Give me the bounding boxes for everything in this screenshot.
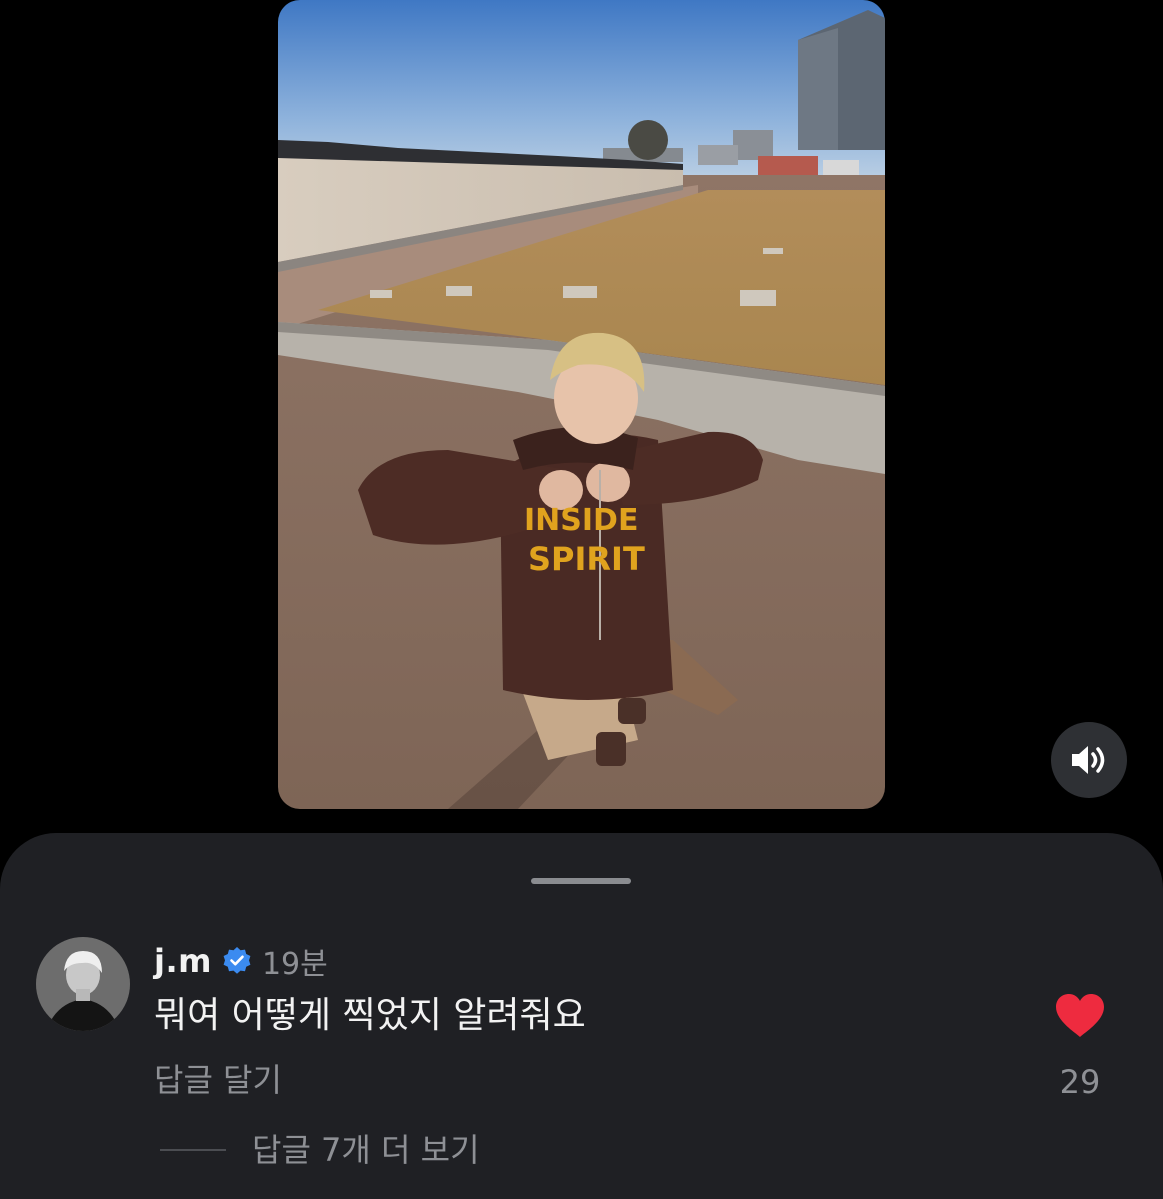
view-more-replies-label: 답글 7개 더 보기 xyxy=(252,1131,480,1169)
shirt-print-line1: INSIDE xyxy=(524,503,638,538)
verified-badge-icon xyxy=(223,947,251,974)
sheet-grabber[interactable] xyxy=(531,878,631,884)
view-more-replies-button[interactable]: 답글 7개 더 보기 xyxy=(160,1129,480,1171)
comment-header: j.m 19분 xyxy=(154,939,328,983)
replies-divider-line xyxy=(160,1149,226,1151)
username[interactable]: j.m xyxy=(154,942,212,980)
video-frame: INSIDE SPIRIT xyxy=(278,0,885,809)
comment-timestamp: 19분 xyxy=(261,947,328,982)
avatar[interactable] xyxy=(36,937,130,1031)
reply-button[interactable]: 답글 달기 xyxy=(154,1059,282,1101)
sound-toggle-button[interactable] xyxy=(1051,722,1127,798)
profile-photo xyxy=(36,937,130,1031)
video-player[interactable]: INSIDE SPIRIT xyxy=(278,0,885,809)
shirt-print-line2: SPIRIT xyxy=(528,540,645,578)
comment-text: 뭐여 어떻게 찍었지 알려줘요 xyxy=(154,995,586,1036)
speaker-on-icon xyxy=(1072,746,1105,774)
heart-filled-icon[interactable] xyxy=(1054,993,1106,1039)
screen: INSIDE SPIRIT j.m 19분 뭐여 어떻게 찍었지 알려줘요 답글… xyxy=(0,0,1163,1199)
like-count: 29 xyxy=(1059,1063,1101,1101)
comments-sheet: j.m 19분 뭐여 어떻게 찍었지 알려줘요 답글 달기 29 답글 7개 더… xyxy=(0,833,1163,1199)
